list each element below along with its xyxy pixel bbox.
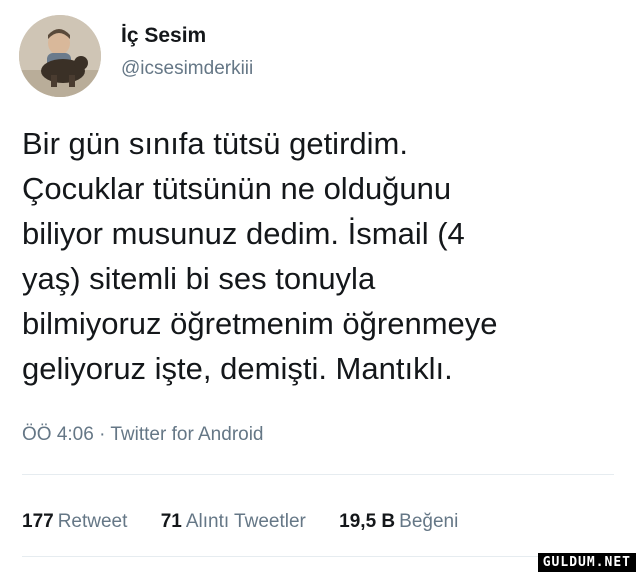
retweets-count: 177 bbox=[22, 511, 54, 532]
quotes-count: 71 bbox=[160, 511, 182, 532]
username-handle[interactable]: @icsesimderkiii bbox=[121, 58, 253, 80]
retweets-stat[interactable]: 177 Retweet bbox=[22, 511, 127, 533]
tweet-stats: 177 Retweet 71 Alıntı Tweetler 19,5 B Beğen… bbox=[22, 511, 486, 533]
tweet-text: Bir gün sınıfa tütsü getirdim. Çocuklar … bbox=[22, 126, 498, 386]
display-name[interactable]: İç Sesim bbox=[121, 24, 206, 48]
tweet-time[interactable]: ÖÖ 4:06 bbox=[22, 424, 94, 445]
tweet-source[interactable]: Twitter for Android bbox=[110, 424, 263, 445]
quotes-label: Alıntı Tweetler bbox=[185, 511, 306, 532]
watermark: GULDUM.NET bbox=[537, 553, 636, 572]
likes-count: 19,5 B bbox=[339, 511, 396, 532]
likes-label: Beğeni bbox=[399, 511, 459, 532]
likes-stat[interactable]: 19,5 B Beğeni bbox=[339, 511, 458, 533]
meta-separator: · bbox=[99, 424, 111, 445]
avatar[interactable] bbox=[19, 15, 101, 97]
retweets-label: Retweet bbox=[57, 511, 128, 532]
divider bbox=[22, 474, 614, 475]
avatar-image bbox=[19, 15, 101, 97]
tweet-meta: ÖÖ 4:06 · Twitter for Android bbox=[22, 424, 264, 446]
divider-bottom bbox=[22, 556, 614, 557]
quotes-stat[interactable]: 71 Alıntı Tweetler bbox=[161, 511, 306, 533]
